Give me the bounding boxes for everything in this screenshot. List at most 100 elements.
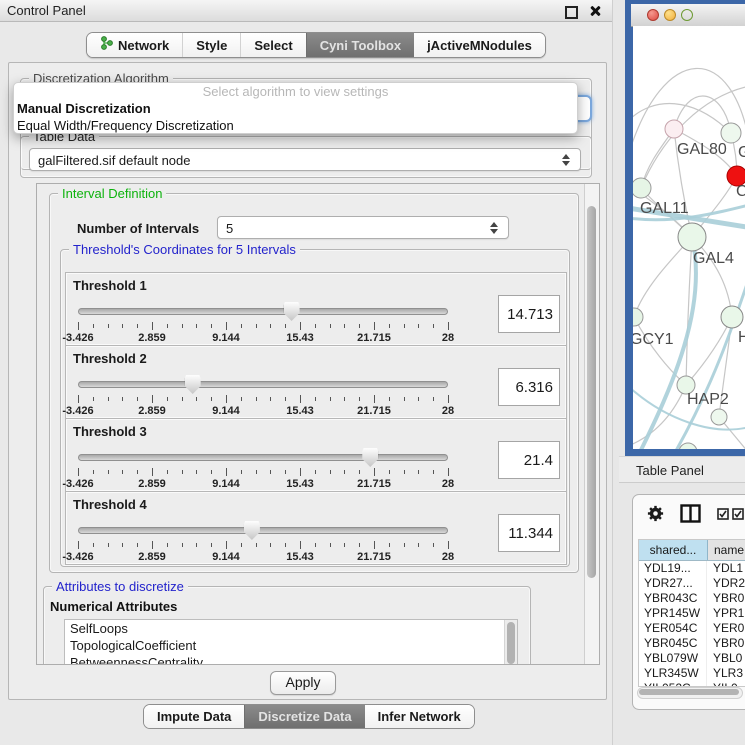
mac-zoom-icon[interactable] — [681, 9, 693, 21]
network-node-label: GCY1 — [633, 331, 674, 348]
threshold-slider[interactable]: -3.4262.8599.14415.4321.71528 — [78, 301, 448, 343]
tab-jactivemnodules[interactable]: jActiveMNodules — [414, 33, 545, 57]
column-header-name[interactable]: name — [708, 540, 745, 560]
attribute-list-item[interactable]: BetweennessCentrality — [65, 654, 517, 665]
tab-label: Infer Network — [378, 706, 461, 727]
attribute-items: SelfLoopsTopologicalCoefficientBetweenne… — [65, 620, 517, 665]
network-node-label: GA — [738, 144, 745, 161]
threshold-panel: Threshold 2-3.4262.8599.14415.4321.71528… — [65, 345, 567, 419]
interval-definition-label: Interval Definition — [58, 186, 166, 201]
dropdown-option-manual[interactable]: Manual Discretization — [14, 100, 577, 117]
tab-label: Select — [254, 34, 292, 57]
viewport-scrollbar[interactable] — [584, 184, 599, 664]
dropdown-option-equal-width[interactable]: Equal Width/Frequency Discretization — [14, 117, 577, 134]
network-node[interactable] — [711, 409, 727, 425]
tab-style[interactable]: Style — [182, 33, 240, 57]
mac-minimize-icon[interactable] — [664, 9, 676, 21]
number-of-intervals-combobox[interactable]: 5 — [217, 216, 509, 239]
tab-label: Style — [196, 34, 227, 57]
slider-track[interactable] — [78, 381, 448, 388]
split-columns-icon[interactable] — [680, 504, 701, 528]
cell-name: YDL1 — [707, 561, 745, 576]
network-node[interactable] — [633, 178, 651, 198]
attributes-scrollbar[interactable] — [504, 620, 517, 665]
apply-button[interactable]: Apply — [270, 671, 336, 695]
table-row[interactable]: YDR27...YDR2 — [639, 576, 745, 591]
attribute-list-item[interactable]: SelfLoops — [65, 620, 517, 637]
attributes-group: Attributes to discretize Numerical Attri… — [43, 586, 531, 665]
cell-shared-name: YDL19... — [639, 561, 707, 576]
network-node-label: HAP2 — [687, 391, 729, 408]
table-panel-toolbar — [633, 495, 745, 533]
threshold-value-box[interactable]: 21.4 — [498, 441, 560, 479]
threshold-value-box[interactable]: 6.316 — [498, 368, 560, 406]
table-data-combobox[interactable]: galFiltered.sif default node — [29, 148, 581, 171]
network-node[interactable] — [678, 223, 706, 251]
network-node[interactable] — [665, 120, 683, 138]
threshold-label: Threshold 3 — [73, 424, 147, 439]
gear-icon[interactable] — [646, 504, 665, 528]
table-row[interactable]: YBR045CYBR0 — [639, 636, 745, 651]
threshold-slider[interactable]: -3.4262.8599.14415.4321.71528 — [78, 520, 448, 562]
threshold-value-box[interactable]: 11.344 — [498, 514, 560, 552]
table-row[interactable]: YBR043CYBR0 — [639, 591, 745, 606]
close-icon[interactable] — [589, 5, 600, 16]
threshold-panel: Threshold 1-3.4262.8599.14415.4321.71528… — [65, 272, 567, 346]
slider-thumb-icon[interactable] — [185, 375, 201, 394]
tab-select[interactable]: Select — [240, 33, 305, 57]
slider-scale-labels: -3.4262.8599.14415.4321.71528 — [78, 405, 448, 417]
checkbox-icon[interactable] — [732, 507, 744, 525]
top-tab-bar: Network Style Select Cyni Toolbox jActiv… — [86, 32, 546, 58]
threshold-slider[interactable]: -3.4262.8599.14415.4321.71528 — [78, 374, 448, 416]
table-horizontal-scrollbar[interactable] — [637, 687, 743, 699]
table-row[interactable]: YBL079WYBL0 — [639, 651, 745, 666]
slider-thumb-icon[interactable] — [244, 521, 260, 540]
slider-thumb-icon[interactable] — [362, 448, 378, 467]
tab-network[interactable]: Network — [87, 33, 182, 57]
dropdown-placeholder: Select algorithm to view settings — [14, 84, 577, 100]
slider-track[interactable] — [78, 454, 448, 461]
checkbox-icon[interactable] — [717, 507, 729, 525]
network-node[interactable] — [633, 308, 643, 326]
network-node-label: GAL80 — [677, 141, 727, 158]
network-canvas[interactable]: GAL80GACGAL11GAL4GCY1HHAP2 — [633, 26, 745, 449]
cell-name: YBL0 — [707, 651, 745, 666]
scrollbar-thumb[interactable] — [639, 689, 739, 695]
network-node[interactable] — [679, 443, 697, 449]
attribute-list-item[interactable]: TopologicalCoefficient — [65, 637, 517, 654]
combo-stepper-icon[interactable] — [490, 217, 502, 238]
mac-close-icon[interactable] — [647, 9, 659, 21]
tab-infer-network[interactable]: Infer Network — [365, 705, 474, 728]
threshold-label: Threshold 4 — [73, 497, 147, 512]
cell-name: YPR1 — [707, 606, 745, 621]
float-window-icon[interactable] — [565, 6, 578, 19]
slider-thumb-icon[interactable] — [284, 302, 300, 321]
control-panel-titlebar: Control Panel — [0, 0, 612, 22]
table-row[interactable]: YPR145WYPR1 — [639, 606, 745, 621]
tab-discretize-data[interactable]: Discretize Data — [244, 705, 364, 728]
thresholds-group-label: Threshold's Coordinates for 5 Intervals — [69, 242, 300, 257]
table-row[interactable]: YLR345WYLR3 — [639, 666, 745, 681]
scrollbar-thumb[interactable] — [507, 622, 515, 664]
table-header-row: shared... name — [639, 540, 745, 561]
network-view-window: GAL80GACGAL11GAL4GCY1HHAP2 — [625, 0, 745, 459]
scrollbar-thumb[interactable] — [587, 206, 596, 578]
tab-cyni-toolbox[interactable]: Cyni Toolbox — [306, 33, 414, 57]
slider-ticks — [78, 322, 448, 332]
column-header-shared-name[interactable]: shared... — [639, 540, 708, 560]
slider-track[interactable] — [78, 308, 448, 315]
table-row[interactable]: YER054CYER0 — [639, 621, 745, 636]
threshold-value-box[interactable]: 14.713 — [498, 295, 560, 333]
slider-track[interactable] — [78, 527, 448, 534]
interval-definition-group: Interval Definition Number of Intervals … — [49, 193, 579, 573]
network-node[interactable] — [721, 306, 743, 328]
tab-impute-data[interactable]: Impute Data — [144, 705, 244, 728]
network-node[interactable] — [721, 123, 741, 143]
node-table[interactable]: shared... name YDL19...YDL1YDR27...YDR2Y… — [638, 539, 745, 687]
numerical-attributes-list[interactable]: SelfLoopsTopologicalCoefficientBetweenne… — [64, 619, 518, 665]
threshold-slider[interactable]: -3.4262.8599.14415.4321.71528 — [78, 447, 448, 489]
combo-stepper-icon[interactable] — [562, 149, 574, 170]
table-row[interactable]: YDL19...YDL1 — [639, 561, 745, 576]
slider-ticks — [78, 468, 448, 478]
slider-ticks — [78, 395, 448, 405]
